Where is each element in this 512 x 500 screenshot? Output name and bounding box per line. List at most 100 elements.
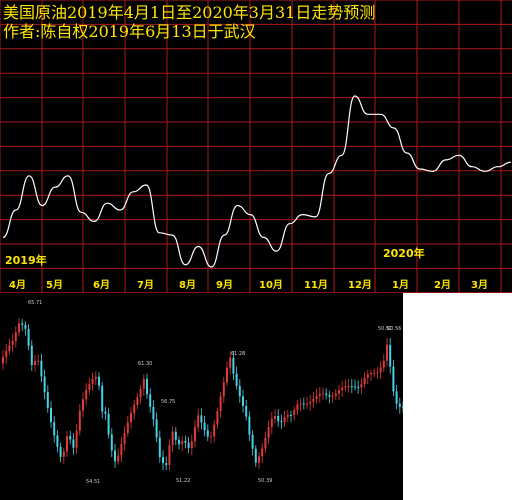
candle-body [158,437,161,458]
candle-body [350,386,353,388]
candle-body [46,392,49,408]
candle-body [66,436,68,452]
candle-body [270,418,273,428]
candle-body [238,385,241,397]
candle-body [75,430,78,448]
candle-body [110,434,113,451]
candle-body [130,413,132,423]
candle-body [334,393,337,396]
candle-body [85,389,88,400]
year-label-2019: 2019年 [5,254,47,267]
candle-body [392,366,395,392]
candle-body [56,435,59,447]
candle-body [184,441,187,443]
candle-body [386,344,388,361]
grid [0,0,512,293]
chart-subtitle: 作者:陈自权2019年6月13日于武汉 [3,22,256,41]
candle-body [283,416,286,422]
candle-body [261,448,264,457]
candle-body [24,324,27,329]
candle-body [155,419,158,438]
candle-body [149,394,152,407]
candle-body [210,436,212,438]
candle-body [360,383,363,388]
candle-body [104,411,107,414]
candle-body [40,360,43,377]
candle-body [200,415,203,423]
candle-body [293,410,296,416]
price-label: 65.71 [28,300,42,306]
candle-body [162,457,164,464]
candle-body [181,441,184,445]
candle-body [328,395,331,397]
candlestick-chart-panel: 65.71 61.30 61.28 60.56 54.51 56.75 51.22 50.39… [0,293,403,500]
candle-body [331,395,334,397]
candle-body [213,424,216,437]
candle-body [78,410,81,431]
candle-body [190,441,193,449]
forecast-chart-panel: 美国原油2019年4月1日至2020年3月31日走势预测 作者:陈自权2019年… [0,0,512,293]
candle-body [206,430,209,437]
candle-body [178,439,180,445]
candle-body [123,432,126,445]
candle-body [344,386,347,388]
candle-body [53,422,56,436]
candle-body [229,357,232,368]
candle-body [37,360,40,362]
month-label: 10月 [259,280,283,291]
candle-body [34,361,36,366]
month-label: 7月 [137,280,154,291]
candle-body [120,444,123,456]
price-label: 61.30 [138,361,152,367]
candle-body [251,434,254,449]
candle-body [254,448,257,463]
candle-body [98,376,100,386]
year-label-2020: 2020年 [383,247,425,260]
candle-body [379,367,382,373]
candle-body [59,446,62,457]
candle-body [165,463,168,466]
month-label: 3月 [471,280,488,291]
candle-body [258,456,260,463]
candle-body [5,350,8,357]
candle-body [222,382,225,397]
candle-body [168,445,171,466]
candle-body [69,436,72,440]
candle-body [30,345,33,366]
candle-body [402,406,403,408]
month-label: 12月 [348,280,372,291]
candle-body [94,376,97,379]
candle-body [216,411,219,425]
month-label: 4月 [9,280,26,291]
candle-body [43,376,46,393]
candle-body [341,387,344,391]
month-label: 6月 [93,280,110,291]
candle-body [277,415,280,422]
candle-body [187,442,190,449]
candle-body [114,450,116,462]
price-label: 50.39 [258,478,272,484]
candle-body [146,378,148,395]
candle-body [315,395,318,400]
price-label: 56.75 [161,399,175,405]
month-label: 8月 [179,280,196,291]
candle-body [101,385,104,412]
chart-title: 美国原油2019年4月1日至2020年3月31日走势预测 [3,3,376,22]
price-label: 50.51 [378,326,392,332]
candle-body [347,386,350,388]
candle-body [296,404,299,411]
candle-body [280,421,283,423]
forecast-chart [0,0,512,293]
candle-body [235,373,238,386]
candle-body [309,401,312,404]
candle-body [325,393,328,396]
candle-body [152,406,155,420]
candle-body [139,388,142,398]
candle-body [197,415,200,428]
candle-body [142,378,145,389]
candle-body [226,367,228,383]
month-label: 1月 [392,280,409,291]
candle-body [264,437,267,449]
candle-body [136,397,139,406]
candle-body [203,422,206,431]
